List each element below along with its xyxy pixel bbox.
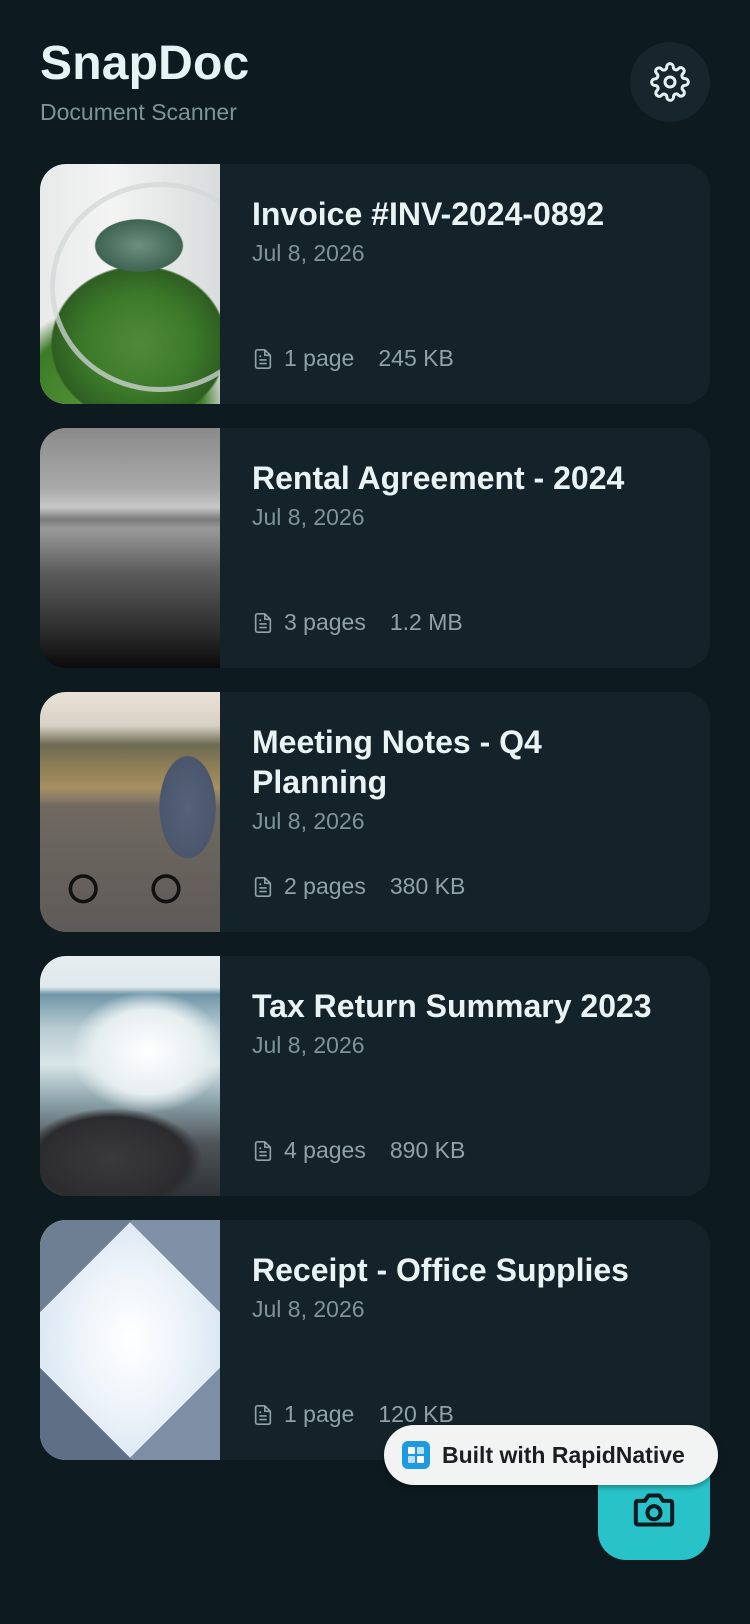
file-size: 1.2 MB bbox=[389, 609, 463, 635]
document-thumbnail bbox=[40, 692, 220, 932]
header: SnapDoc Document Scanner bbox=[40, 36, 710, 136]
file-text-icon bbox=[254, 1140, 272, 1161]
document-card[interactable]: Rental Agreement - 2024 Jul 8, 2026 3 pa… bbox=[40, 428, 710, 668]
document-title: Rental Agreement - 2024 bbox=[252, 460, 625, 496]
file-size: 890 KB bbox=[389, 1137, 466, 1163]
document-thumbnail bbox=[40, 956, 220, 1196]
document-date: Jul 8, 2026 bbox=[252, 808, 365, 834]
document-meta: 4 pages 890 KB bbox=[252, 1137, 465, 1164]
file-text-icon bbox=[254, 612, 272, 633]
settings-button[interactable] bbox=[630, 42, 710, 122]
document-card[interactable]: Tax Return Summary 2023 Jul 8, 2026 4 pa… bbox=[40, 956, 710, 1196]
document-info: Receipt - Office Supplies Jul 8, 2026 1 … bbox=[220, 1220, 710, 1460]
app-subtitle: Document Scanner bbox=[40, 99, 237, 125]
document-date: Jul 8, 2026 bbox=[252, 1296, 365, 1322]
page-count: 1 page bbox=[284, 1401, 355, 1427]
document-thumbnail bbox=[40, 428, 220, 668]
document-title: Invoice #INV-2024-0892 bbox=[252, 196, 605, 232]
built-with-badge[interactable]: Built with RapidNative bbox=[384, 1425, 718, 1485]
document-title: Meeting Notes - Q4 Planning bbox=[252, 724, 542, 800]
document-info: Invoice #INV-2024-0892 Jul 8, 2026 1 pag… bbox=[220, 164, 710, 404]
file-text-icon bbox=[254, 1404, 272, 1425]
document-info: Meeting Notes - Q4 Planning Jul 8, 2026 … bbox=[220, 692, 710, 932]
page-count: 4 pages bbox=[284, 1137, 366, 1163]
file-size: 120 KB bbox=[378, 1401, 454, 1427]
document-card[interactable]: Meeting Notes - Q4 Planning Jul 8, 2026 … bbox=[40, 692, 710, 932]
file-text-icon bbox=[254, 876, 272, 897]
camera-icon bbox=[633, 1493, 675, 1527]
document-meta: 2 pages 380 KB bbox=[252, 873, 465, 900]
document-info: Tax Return Summary 2023 Jul 8, 2026 4 pa… bbox=[220, 956, 710, 1196]
document-date: Jul 8, 2026 bbox=[252, 1032, 365, 1058]
gear-icon bbox=[650, 62, 690, 102]
file-size: 380 KB bbox=[389, 873, 466, 899]
document-date: Jul 8, 2026 bbox=[252, 504, 365, 530]
document-date: Jul 8, 2026 bbox=[252, 240, 365, 266]
app-title: SnapDoc bbox=[40, 37, 250, 90]
document-card[interactable]: Invoice #INV-2024-0892 Jul 8, 2026 1 pag… bbox=[40, 164, 710, 404]
rapidnative-logo-icon bbox=[402, 1441, 430, 1469]
document-info: Rental Agreement - 2024 Jul 8, 2026 3 pa… bbox=[220, 428, 710, 668]
file-text-icon bbox=[254, 348, 272, 369]
document-list: Invoice #INV-2024-0892 Jul 8, 2026 1 pag… bbox=[40, 164, 710, 1484]
document-title: Receipt - Office Supplies bbox=[252, 1252, 629, 1288]
document-card[interactable]: Receipt - Office Supplies Jul 8, 2026 1 … bbox=[40, 1220, 710, 1460]
page-count: 1 page bbox=[284, 345, 355, 371]
document-title: Tax Return Summary 2023 bbox=[252, 988, 652, 1024]
badge-label: Built with RapidNative bbox=[442, 1441, 685, 1468]
document-thumbnail bbox=[40, 164, 220, 404]
document-meta: 1 page 120 KB bbox=[252, 1401, 454, 1428]
file-size: 245 KB bbox=[378, 345, 454, 371]
page-count: 2 pages bbox=[284, 873, 366, 899]
app-screen: SnapDoc Document Scanner Invoice #INV-20… bbox=[0, 0, 750, 1624]
document-meta: 1 page 245 KB bbox=[252, 345, 454, 372]
document-thumbnail bbox=[40, 1220, 220, 1460]
page-count: 3 pages bbox=[284, 609, 366, 635]
document-meta: 3 pages 1.2 MB bbox=[252, 609, 463, 636]
